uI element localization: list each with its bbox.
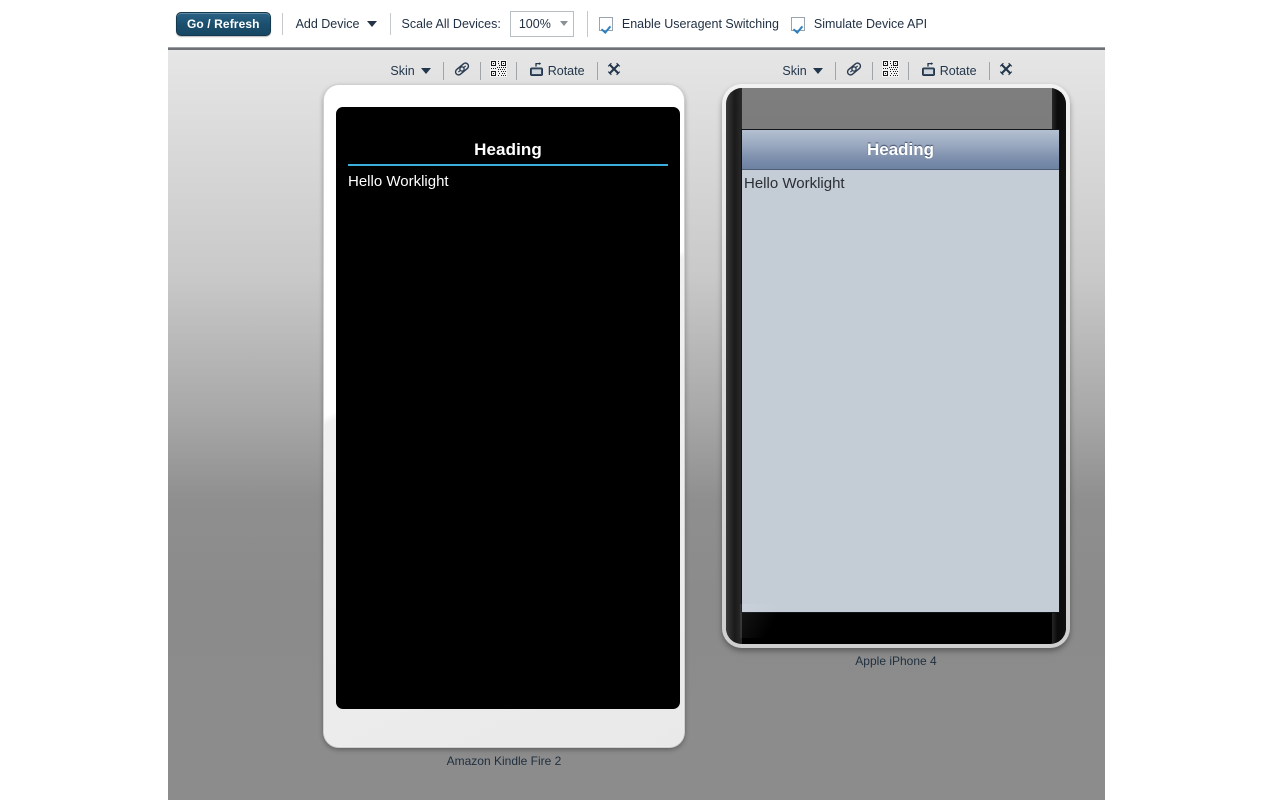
- tag-icon[interactable]: [453, 60, 471, 83]
- device-caption-iphone-4: Apple iPhone 4: [855, 654, 937, 668]
- rotate-button-kindle-fire[interactable]: Rotate: [526, 61, 588, 81]
- qr-code-icon[interactable]: [881, 60, 899, 82]
- enable-useragent-switching-label: Enable Useragent Switching: [621, 16, 779, 31]
- device-toolbar-divider: [871, 62, 873, 80]
- app-header-bar: Heading: [742, 130, 1059, 170]
- device-screen-kindle-fire[interactable]: Heading Hello Worklight: [336, 107, 680, 709]
- device-toolbar-iphone-4: Skin Rotate: [722, 58, 1070, 84]
- device-frame-kindle-fire: Heading Hello Worklight: [323, 84, 685, 748]
- bezel-highlight: [740, 604, 782, 638]
- chevron-down-icon: [366, 20, 377, 27]
- scale-all-devices-select[interactable]: 100%: [509, 10, 574, 37]
- rotate-button-iphone-4[interactable]: Rotate: [918, 61, 980, 81]
- skin-menu-iphone-4[interactable]: Skin: [779, 63, 825, 79]
- add-device-label: Add Device: [295, 16, 360, 31]
- device-toolbar-divider: [596, 62, 598, 80]
- skin-label: Skin: [782, 64, 807, 78]
- device-toolbar-divider: [834, 62, 836, 80]
- simulate-device-api-checkbox[interactable]: [790, 16, 805, 31]
- device-toolbar-divider: [479, 62, 481, 80]
- device-toolbar-divider: [907, 62, 909, 80]
- device-panel-iphone-4: Skin Rotate Heading Hello Worklight Appl…: [722, 58, 1070, 668]
- close-icon[interactable]: [607, 62, 621, 81]
- main-toolbar: Go / Refresh Add Device Scale All Device…: [168, 0, 1105, 48]
- app-body-text: Hello Worklight: [744, 175, 845, 192]
- useragent-switching-group: Enable Useragent Switching: [598, 16, 779, 31]
- go-refresh-button[interactable]: Go / Refresh: [176, 11, 271, 36]
- add-device-menu[interactable]: Add Device: [294, 15, 379, 33]
- skin-label: Skin: [390, 64, 415, 78]
- scale-value: 100%: [518, 16, 551, 31]
- device-toolbar-divider: [515, 62, 517, 80]
- simulate-device-api-group: Simulate Device API: [790, 16, 928, 31]
- device-toolbar-kindle-fire: Skin Rotate: [323, 58, 685, 84]
- device-canvas: Skin Rotate Heading Hello Worklight Amaz…: [168, 48, 1105, 800]
- mobile-browser-simulator: Go / Refresh Add Device Scale All Device…: [0, 0, 1280, 800]
- rotate-label: Rotate: [547, 64, 585, 78]
- simulate-device-api-label: Simulate Device API: [813, 16, 928, 31]
- app-body-text: Hello Worklight: [348, 173, 449, 190]
- device-screen-iphone-4[interactable]: Heading Hello Worklight: [741, 129, 1060, 613]
- toolbar-divider: [389, 12, 391, 35]
- rotate-label: Rotate: [939, 64, 977, 78]
- scale-all-devices-label: Scale All Devices:: [401, 16, 501, 31]
- rotate-device-icon: [921, 62, 940, 80]
- app-heading: Heading: [474, 140, 542, 159]
- tag-icon[interactable]: [845, 60, 863, 83]
- skin-menu-kindle-fire[interactable]: Skin: [387, 63, 433, 79]
- toolbar-divider: [281, 12, 283, 35]
- device-toolbar-divider: [988, 62, 990, 80]
- device-panel-kindle-fire: Skin Rotate Heading Hello Worklight Amaz…: [323, 58, 685, 768]
- chevron-down-icon: [812, 68, 823, 74]
- rotate-device-icon: [529, 62, 548, 80]
- close-icon[interactable]: [999, 62, 1013, 81]
- toolbar-divider: [586, 10, 588, 37]
- device-frame-iphone-4: Heading Hello Worklight: [722, 84, 1070, 648]
- device-bezel-iphone-4: Heading Hello Worklight: [726, 88, 1066, 644]
- device-toolbar-divider: [442, 62, 444, 80]
- enable-useragent-switching-checkbox[interactable]: [598, 16, 613, 31]
- qr-code-icon[interactable]: [489, 60, 507, 82]
- chevron-down-icon: [559, 21, 568, 26]
- chevron-down-icon: [420, 68, 431, 74]
- main-toolbar-content: Go / Refresh Add Device Scale All Device…: [176, 7, 927, 41]
- device-caption-kindle-fire: Amazon Kindle Fire 2: [446, 754, 562, 768]
- app-heading: Heading: [866, 139, 935, 159]
